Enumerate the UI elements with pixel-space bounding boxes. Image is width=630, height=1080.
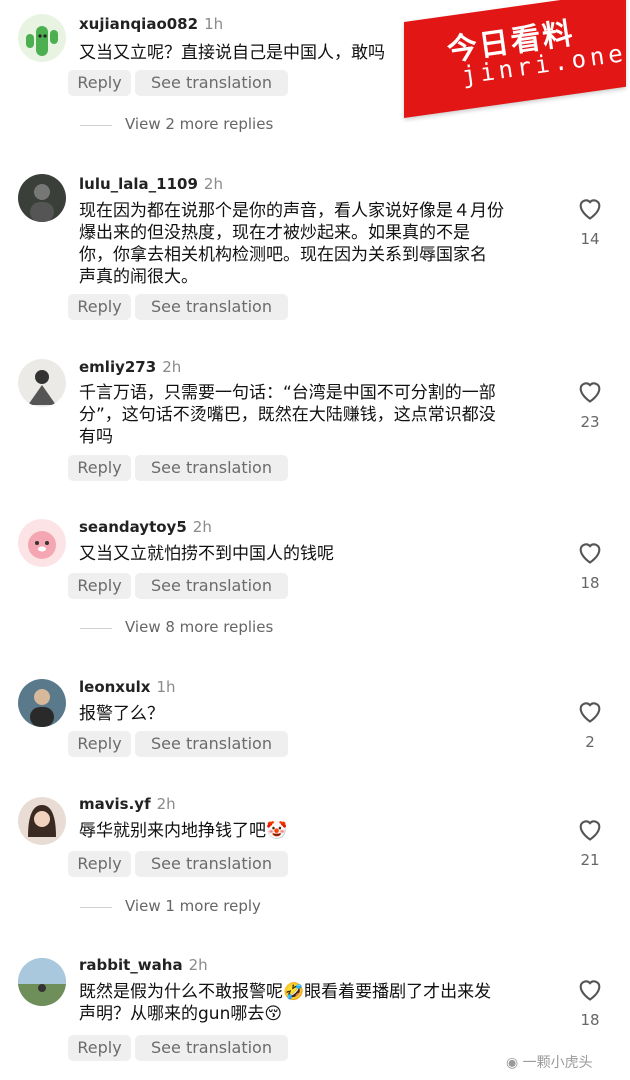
username-text[interactable]: rabbit_waha [79, 956, 183, 974]
comment-username[interactable]: rabbit_waha 2h [79, 956, 208, 974]
avatar[interactable] [18, 519, 66, 567]
comment-username[interactable]: emliy273 2h [79, 358, 181, 376]
divider-line [80, 125, 112, 126]
view-more-replies-label[interactable]: View 8 more replies [125, 618, 273, 636]
heart-icon[interactable] [576, 976, 604, 1002]
like-count: 18 [580, 1011, 600, 1029]
comment-username[interactable]: seandaytoy5 2h [79, 518, 212, 536]
comment-time: 2h [156, 795, 176, 813]
person-avatar-icon [28, 805, 56, 837]
heart-icon[interactable] [576, 816, 604, 842]
divider-line [80, 907, 112, 908]
comment-time: 2h [188, 956, 208, 974]
avatar[interactable] [18, 679, 66, 727]
see-translation-button[interactable]: See translation [135, 731, 288, 757]
view-more-replies[interactable]: View 2 more replies [0, 113, 630, 137]
person-avatar-icon [30, 184, 54, 222]
reply-button[interactable]: Reply [68, 1035, 131, 1061]
cactus-avatar-icon [26, 26, 58, 56]
avatar[interactable] [18, 14, 66, 62]
reply-button[interactable]: Reply [68, 851, 131, 877]
see-translation-button[interactable]: See translation [135, 851, 288, 877]
view-more-replies[interactable]: View 1 more reply [0, 895, 630, 919]
username-text[interactable]: leonxulx [79, 678, 150, 696]
comment-text: 既然是假为什么不敢报警呢🤣眼看着要播剧了才出来发 声明？从哪来的gun哪去😚 [79, 982, 492, 1024]
username-text[interactable]: xujianqiao082 [79, 15, 198, 33]
divider-line [80, 628, 112, 629]
reply-button[interactable]: Reply [68, 455, 131, 481]
avatar[interactable] [18, 958, 66, 1006]
comment-time: 1h [204, 15, 224, 33]
comment-text: 报警了么？ [79, 704, 164, 724]
view-more-replies-label[interactable]: View 1 more reply [125, 897, 261, 915]
see-translation-button[interactable]: See translation [135, 573, 288, 599]
view-more-replies-label[interactable]: View 2 more replies [125, 115, 273, 133]
comment-item: mavis.yf 2h 辱华就别来内地挣钱了吧🤡 21 Reply See tra… [0, 783, 630, 933]
heart-icon[interactable] [576, 195, 604, 221]
reply-button[interactable]: Reply [68, 294, 131, 320]
like-count: 21 [580, 851, 600, 869]
username-text[interactable]: seandaytoy5 [79, 518, 187, 536]
avatar[interactable] [18, 359, 66, 407]
weibo-icon: ◉ [506, 1055, 519, 1071]
comment-item: emliy273 2h 千言万语，只需要一句话：“台湾是中国不可分割的一部 分”，… [0, 345, 630, 495]
comment-item: lulu_lala_1109 2h 现在因为都在说那个是你的声音，看人家说好像是４… [0, 160, 630, 330]
username-text[interactable]: lulu_lala_1109 [79, 175, 198, 193]
like-count: 23 [580, 413, 600, 431]
comment-time: 2h [192, 518, 212, 536]
person-avatar-icon [30, 689, 54, 727]
comment-time: 1h [156, 678, 176, 696]
heart-icon[interactable] [576, 698, 604, 724]
comment-text: 现在因为都在说那个是你的声音，看人家说好像是４月份 爆出来的但没热度，现在才被炒… [79, 201, 504, 287]
reply-button[interactable]: Reply [68, 70, 131, 96]
comment-time: 2h [203, 175, 223, 193]
comment-username[interactable]: leonxulx 1h [79, 678, 176, 696]
like-count: 14 [580, 230, 600, 248]
person-avatar-icon [28, 370, 56, 405]
heart-icon[interactable] [576, 378, 604, 404]
see-translation-button[interactable]: See translation [135, 1035, 288, 1061]
cartoon-avatar-icon [28, 531, 56, 559]
weibo-watermark: ◉ 一颗小虎头 [506, 1052, 593, 1072]
landscape-avatar-icon [18, 958, 66, 1006]
comment-item: leonxulx 1h 报警了么？ 2 Reply See translation [0, 665, 630, 775]
comment-text: 辱华就别来内地挣钱了吧🤡 [79, 821, 288, 841]
like-count: 2 [585, 733, 595, 751]
comment-time: 2h [162, 358, 182, 376]
heart-icon[interactable] [576, 539, 604, 565]
see-translation-button[interactable]: See translation [135, 455, 288, 481]
comment-item: seandaytoy5 2h 又当又立就怕捞不到中国人的钱呢 18 Reply S… [0, 505, 630, 655]
comment-username[interactable]: mavis.yf 2h [79, 795, 176, 813]
avatar[interactable] [18, 797, 66, 845]
see-translation-button[interactable]: See translation [135, 70, 288, 96]
view-more-replies[interactable]: View 8 more replies [0, 616, 630, 640]
avatar[interactable] [18, 174, 66, 222]
comment-text: 又当又立就怕捞不到中国人的钱呢 [79, 544, 334, 564]
comment-username[interactable]: xujianqiao082 1h [79, 15, 223, 33]
comment-text: 千言万语，只需要一句话：“台湾是中国不可分割的一部 分”，这句话不烫嘴巴，既然在… [79, 383, 496, 447]
reply-button[interactable]: Reply [68, 573, 131, 599]
username-text[interactable]: emliy273 [79, 358, 156, 376]
see-translation-button[interactable]: See translation [135, 294, 288, 320]
comment-username[interactable]: lulu_lala_1109 2h [79, 175, 223, 193]
watermark-text: 一颗小虎头 [522, 1055, 593, 1071]
reply-button[interactable]: Reply [68, 731, 131, 757]
username-text[interactable]: mavis.yf [79, 795, 151, 813]
like-count: 18 [580, 574, 600, 592]
